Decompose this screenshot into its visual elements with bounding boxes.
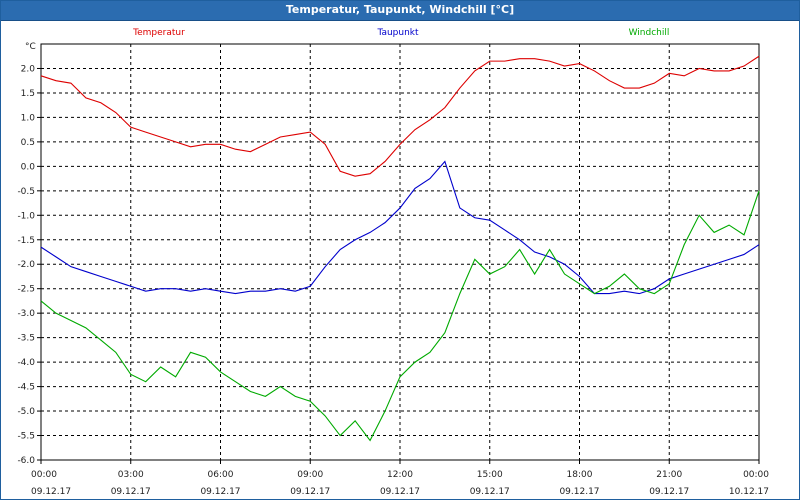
x-tick-label-date: 09.12.17 bbox=[559, 487, 599, 497]
legend-entry-windchill: Windchill bbox=[629, 28, 670, 38]
y-tick-label: -0.5 bbox=[17, 187, 35, 197]
x-tick-label-time: 12:00 bbox=[387, 470, 413, 480]
x-tick-label-time: 00:00 bbox=[31, 470, 57, 480]
y-tick-label: -4.0 bbox=[17, 358, 35, 368]
y-axis-unit: °C bbox=[25, 42, 36, 52]
y-tick-label: -6.0 bbox=[17, 456, 35, 466]
y-axis: 2.0 1.5 1.0 0.5 0.0 -0.5 -1.0 -1.5 -2.0 -2.5 -3.0 -… bbox=[17, 64, 41, 466]
y-tick-label: -2.0 bbox=[17, 260, 35, 270]
x-tick-label-date: 09.12.17 bbox=[290, 487, 330, 497]
y-tick-label: -5.0 bbox=[17, 407, 35, 417]
y-tick-label: 1.0 bbox=[21, 113, 36, 123]
chart-area: 2.0 1.5 1.0 0.5 0.0 -0.5 -1.0 -1.5 -2.0 -2.5 -3.0 -… bbox=[17, 28, 769, 497]
x-tick-label-date: 09.12.17 bbox=[111, 487, 151, 497]
x-tick-label-time: 15:00 bbox=[477, 470, 503, 480]
legend: Temperatur Taupunkt Windchill bbox=[132, 28, 669, 38]
x-tick-label-time: 18:00 bbox=[567, 470, 593, 480]
x-tick-label-time: 03:00 bbox=[118, 470, 144, 480]
x-axis: 00:00 09.12.17 03:00 09.12.17 06:00 09.12.17 0… bbox=[31, 460, 769, 497]
y-tick-label: 0.5 bbox=[21, 138, 35, 148]
y-tick-label: 1.5 bbox=[21, 89, 35, 99]
x-tick-label-date: 09.12.17 bbox=[31, 487, 71, 497]
x-tick-label-date: 09.12.17 bbox=[380, 487, 420, 497]
y-tick-label: -3.0 bbox=[17, 309, 35, 319]
x-tick-label-time: 06:00 bbox=[208, 470, 234, 480]
y-tick-label: -5.5 bbox=[17, 432, 35, 442]
x-tick-label-date: 10.12.17 bbox=[729, 487, 769, 497]
y-tick-label: -2.5 bbox=[17, 285, 35, 295]
chart-window: Temperatur, Taupunkt, Windchill [°C] 2.0… bbox=[0, 0, 800, 500]
x-tick-label-time: 21:00 bbox=[656, 470, 682, 480]
x-tick-label-date: 09.12.17 bbox=[200, 487, 240, 497]
x-tick-label-date: 09.12.17 bbox=[649, 487, 689, 497]
y-tick-label: -4.5 bbox=[17, 383, 35, 393]
legend-entry-temperatur: Temperatur bbox=[132, 28, 185, 38]
y-tick-label: -1.0 bbox=[17, 211, 35, 221]
y-tick-label: -3.5 bbox=[17, 334, 35, 344]
legend-entry-taupunkt: Taupunkt bbox=[376, 28, 419, 38]
x-tick-label-time: 09:00 bbox=[297, 470, 323, 480]
y-tick-label: 0.0 bbox=[21, 162, 36, 172]
y-tick-label: -1.5 bbox=[17, 236, 35, 246]
y-tick-label: 2.0 bbox=[21, 64, 36, 74]
x-tick-label-time: 00:00 bbox=[743, 470, 769, 480]
x-tick-label-date: 09.12.17 bbox=[470, 487, 510, 497]
